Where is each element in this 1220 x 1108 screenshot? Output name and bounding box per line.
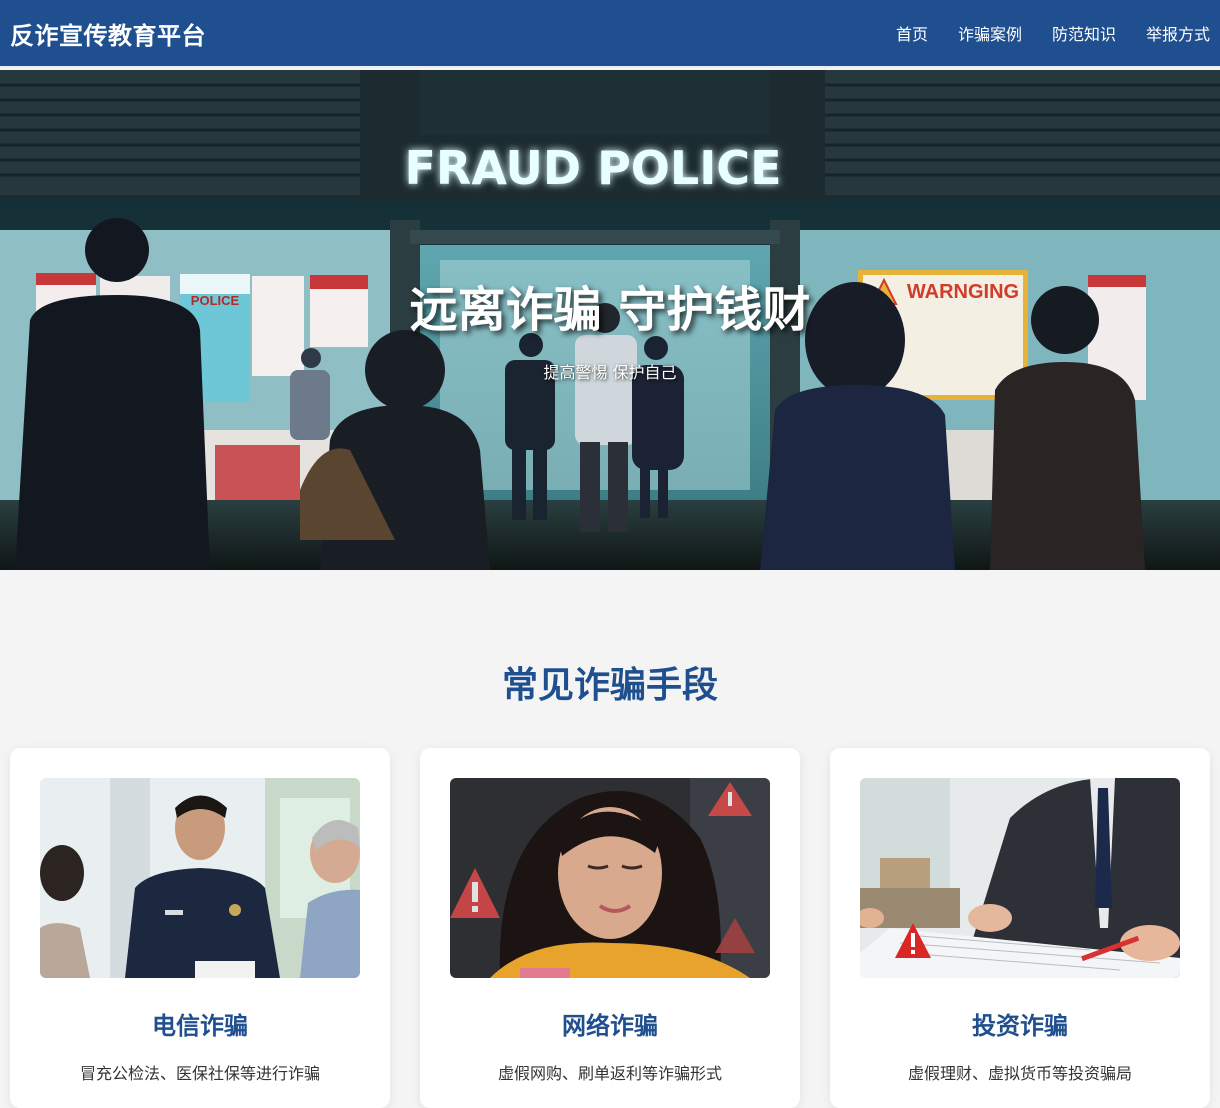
fraud-type-card-online[interactable]: 网络诈骗 虚假网购、刷单返利等诈骗形式: [420, 748, 800, 1108]
card-description: 冒充公检法、医保社保等进行诈骗: [79, 1064, 320, 1083]
card-description: 虚假理财、虚拟货币等投资骗局: [907, 1064, 1132, 1083]
hero-title: 远离诈骗 守护钱财: [409, 282, 811, 338]
site-brand[interactable]: 反诈宣传教育平台: [10, 16, 206, 51]
fraud-type-card-telecom[interactable]: 电信诈骗 冒充公检法、医保社保等进行诈骗: [10, 748, 390, 1108]
hero-banner: POLICE WARNGING FRAUD POLICE 远离诈骗 守护钱财 提…: [0, 70, 1220, 570]
site-header: 反诈宣传教育平台 首页 诈骗案例 防范知识 举报方式: [0, 0, 1220, 68]
card-title: 网络诈骗: [562, 1012, 658, 1040]
card-description: 虚假网购、刷单返利等诈骗形式: [497, 1064, 722, 1083]
card-title: 投资诈骗: [972, 1012, 1068, 1040]
card-title: 电信诈骗: [152, 1012, 248, 1040]
nav-item-home[interactable]: 首页: [896, 21, 928, 45]
nav-item-report[interactable]: 举报方式: [1146, 21, 1210, 45]
nav-item-prevention[interactable]: 防范知识: [1052, 21, 1116, 45]
card-image-telecom: [40, 778, 360, 978]
hero-subtitle: 提高警惕 保护自己: [543, 363, 677, 382]
fraud-police-sign: FRAUD POLICE: [404, 141, 781, 195]
section-title: 常见诈骗手段: [501, 665, 718, 706]
card-image-online: [450, 778, 770, 978]
nav-item-fraud-cases[interactable]: 诈骗案例: [958, 21, 1022, 45]
fraud-type-card-investment[interactable]: 投资诈骗 虚假理财、虚拟货币等投资骗局: [830, 748, 1210, 1108]
card-image-investment: [860, 778, 1180, 978]
main-nav: 首页 诈骗案例 防范知识 举报方式: [896, 21, 1210, 45]
